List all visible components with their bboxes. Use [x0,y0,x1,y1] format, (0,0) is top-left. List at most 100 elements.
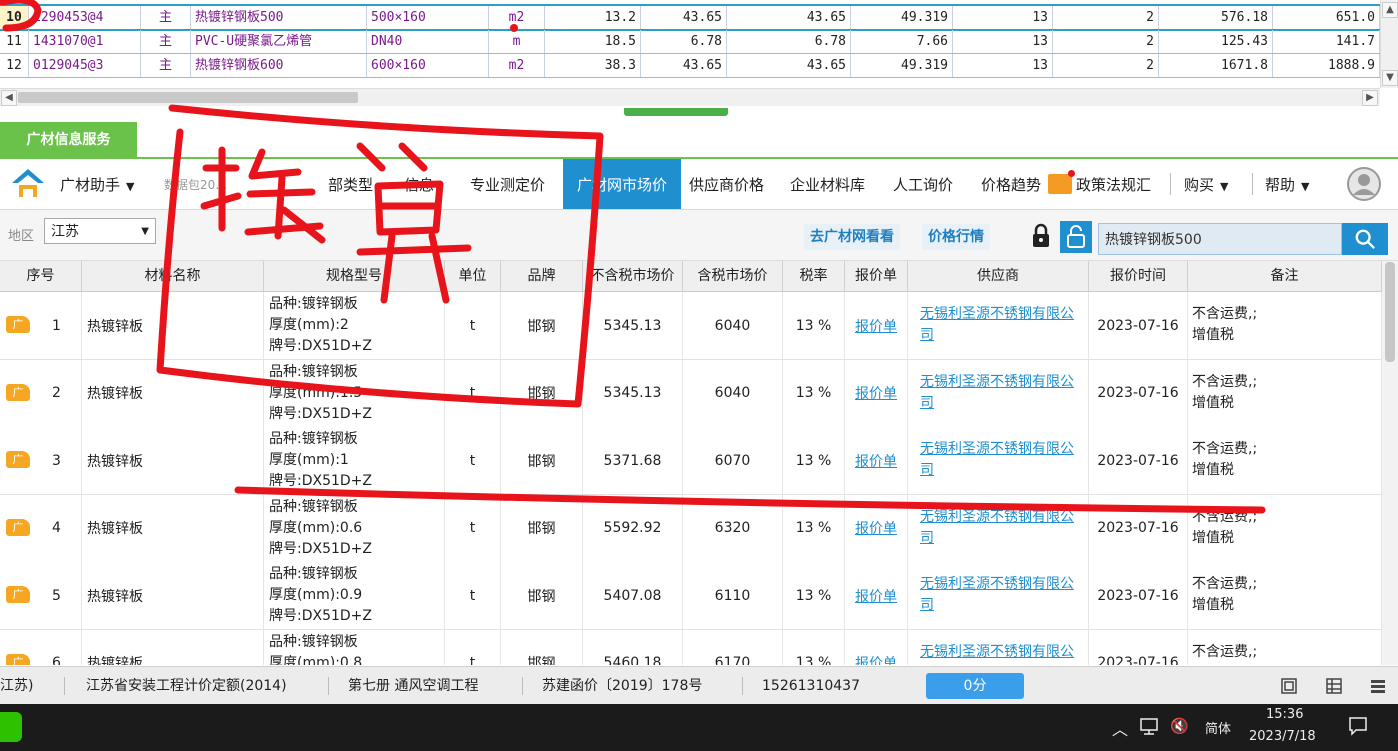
cell-no: 广2 [0,359,82,427]
cell-unit: t [445,494,501,562]
table-row[interactable]: 广6热镀锌板品种:镀锌钢板厚度(mm):0.8牌号:DX51D+Zt邯钢5460… [0,629,1382,666]
spec-line: 品种:镀锌钢板 [269,498,358,515]
cell-spec: 品种:镀锌钢板 厚度(mm):1 牌号:DX51D+Z [264,427,445,494]
scroll-down-icon[interactable]: ▼ [1382,70,1398,86]
table-row[interactable]: 广 2 热镀锌板 品种:镀锌钢板 厚度(mm):1.5 牌号:DX51D+Z t 邯钢 5345… [0,359,1382,428]
cell-material-name: 热镀锌板 [82,359,264,427]
cell-material-name: 热镀锌板 [82,562,264,629]
cell-quote-time-text: 2023-07-16 [1097,520,1179,536]
scroll-up-icon[interactable]: ▲ [1382,2,1398,18]
cell-price-in-tax-text: 6320 [714,520,751,536]
guangcai-badge-icon[interactable]: 广 [6,383,30,401]
cell-quote[interactable]: 报价单 [845,494,908,562]
cell-quote[interactable]: 报价单 [845,359,908,427]
clock-date[interactable]: 2023/7/18 [1249,729,1316,744]
spec-line: 品种:镀锌钢板 [269,431,358,447]
guangcai-badge-icon[interactable]: 广 [6,586,30,603]
note-line: 不含运费,; [1192,373,1258,390]
spec-line: 牌号:DX51D+Z [269,338,373,354]
cell-supplier[interactable]: 无锡利圣源不锈钢有限公司 [908,494,1089,562]
clock-time[interactable]: 15:36 [1266,707,1303,722]
cell-price-ex-tax: 5345.13 [583,359,683,427]
cell-supplier-text[interactable]: 无锡利圣源不锈钢有限公司 [920,576,1074,613]
cell-material-name: 热镀锌板 [82,494,264,562]
spec-line: 牌号:DX51D+Z [269,608,373,624]
row-number: 3 [52,452,61,469]
guangcai-badge-icon[interactable]: 广 [6,653,30,665]
guangcai-badge-icon[interactable]: 广 [6,451,30,468]
spec-line: 厚度(mm):1 [269,452,349,468]
spec-line: 品种:镀锌钢板 [269,363,358,380]
spec-line: 品种:镀锌钢板 [269,633,358,650]
spec-line: 品种:镀锌钢板 [269,566,358,582]
cell-tax-rate: 13 % [783,292,845,359]
cell-brand-text: 邯钢 [527,318,556,335]
cell-price-ex-tax: 5371.68 [583,427,683,494]
status-volume: 第七册 通风空调工程 [348,678,479,694]
cell-quote-text[interactable]: 报价单 [855,653,897,665]
table-row[interactable]: 广 5 热镀锌板 品种:镀锌钢板 厚度(mm):0.9 牌号:DX51D+Z t 邯钢 5407… [0,562,1382,630]
view-list-icon[interactable] [1326,678,1342,694]
cell-price-ex-tax-text: 5371.68 [603,452,662,469]
cell-supplier[interactable]: 无锡利圣源不锈钢有限公司 [908,292,1089,359]
score-button[interactable]: 0分 [926,673,1024,699]
row-number: 6 [52,655,61,665]
cell-quote[interactable]: 报价单 [845,562,908,629]
table-row[interactable]: 广 4 热镀锌板 品种:镀锌钢板 厚度(mm):0.6 牌号:DX51D+Z t 邯钢 5592… [0,494,1382,563]
guangcai-badge-icon[interactable]: 广 [6,316,30,333]
cell-brand: 邯钢 [501,427,583,494]
cell-supplier-text[interactable]: 无锡利圣源不锈钢有限公司 [920,374,1074,411]
cell-quote-text[interactable]: 报价单 [855,316,897,336]
ime-indicator[interactable]: 简体 [1205,718,1231,737]
table-row[interactable]: 广 3 热镀锌板 品种:镀锌钢板 厚度(mm):1 牌号:DX51D+Z t 邯钢 5371.6… [0,427,1382,495]
cell-material-name-text: 热镀锌板 [87,521,143,537]
cell-no: 广6 [0,629,82,665]
cell-quote[interactable]: 报价单 [845,427,908,494]
volume-muted-icon[interactable]: 🔇 [1170,717,1189,735]
status-bar: 江苏) 江苏省安装工程计价定额(2014) 第七册 通风空调工程 苏建函价〔20… [0,666,1398,705]
chevron-up-icon[interactable]: ︿ [1112,716,1128,740]
cell-supplier-text[interactable]: 无锡利圣源不锈钢有限公司 [920,509,1074,546]
cell-supplier[interactable]: 无锡利圣源不锈钢有限公司 [908,629,1089,666]
cell-quote[interactable]: 报价单 [845,292,908,359]
table-row[interactable]: 广 1 热镀锌板 品种:镀锌钢板 厚度(mm):2 牌号:DX51D+Z t 邯钢 5345.1… [0,292,1382,360]
cell-supplier[interactable]: 无锡利圣源不锈钢有限公司 [908,359,1089,427]
cell-quote-text[interactable]: 报价单 [855,586,897,606]
note-line: 增值税 [1192,327,1234,343]
cell-price-ex-tax: 5345.13 [583,292,683,359]
cell-price-ex-tax-text: 5345.13 [603,317,662,334]
cell-quote-text[interactable]: 报价单 [855,383,897,403]
cell-material-name-text: 热镀锌板 [87,453,143,470]
cell-quote-time-text: 2023-07-16 [1097,452,1179,469]
view-rows-icon[interactable] [1370,678,1386,694]
cell-note: 不含运费,; 增值税 [1188,562,1382,629]
cell-tax-rate-text: 13 % [795,317,832,334]
scrollbar-thumb[interactable] [1385,262,1395,362]
cell-supplier-text[interactable]: 无锡利圣源不锈钢有限公司 [920,644,1074,666]
guangcai-badge-icon[interactable]: 广 [6,518,30,536]
notification-icon[interactable] [1348,716,1368,736]
cell-brand-text: 邯钢 [527,588,556,605]
status-divider [64,677,65,695]
cell-tax-rate-text: 13 % [795,452,832,469]
cell-supplier-text[interactable]: 无锡利圣源不锈钢有限公司 [920,441,1074,478]
grid-vertical-scrollbar[interactable]: ▲ ▼ [1380,0,1398,88]
cell-quote-text[interactable]: 报价单 [855,518,897,538]
cell-supplier-text[interactable]: 无锡利圣源不锈钢有限公司 [920,306,1074,343]
cell-note: 不含运费,; 增值税 [1188,359,1382,427]
cell-supplier[interactable]: 无锡利圣源不锈钢有限公司 [908,562,1089,629]
cell-price-in-tax: 6110 [683,562,783,629]
cell-tax-rate: 13 % [783,562,845,629]
note-line: 不含运费,; [1192,441,1258,457]
cell-supplier[interactable]: 无锡利圣源不锈钢有限公司 [908,427,1089,494]
cell-price-ex-tax-text: 5460.18 [603,655,662,665]
note-line: 增值税 [1192,597,1234,613]
cell-quote[interactable]: 报价单 [845,629,908,665]
cell-price-in-tax: 6070 [683,427,783,494]
wechat-icon[interactable] [0,712,22,742]
cell-price-ex-tax: 5592.92 [583,494,683,562]
cell-quote-text[interactable]: 报价单 [855,451,897,471]
view-single-icon[interactable] [1281,678,1297,694]
cell-spec: 品种:镀锌钢板厚度(mm):0.8牌号:DX51D+Z [264,629,445,665]
network-icon[interactable] [1140,718,1160,736]
